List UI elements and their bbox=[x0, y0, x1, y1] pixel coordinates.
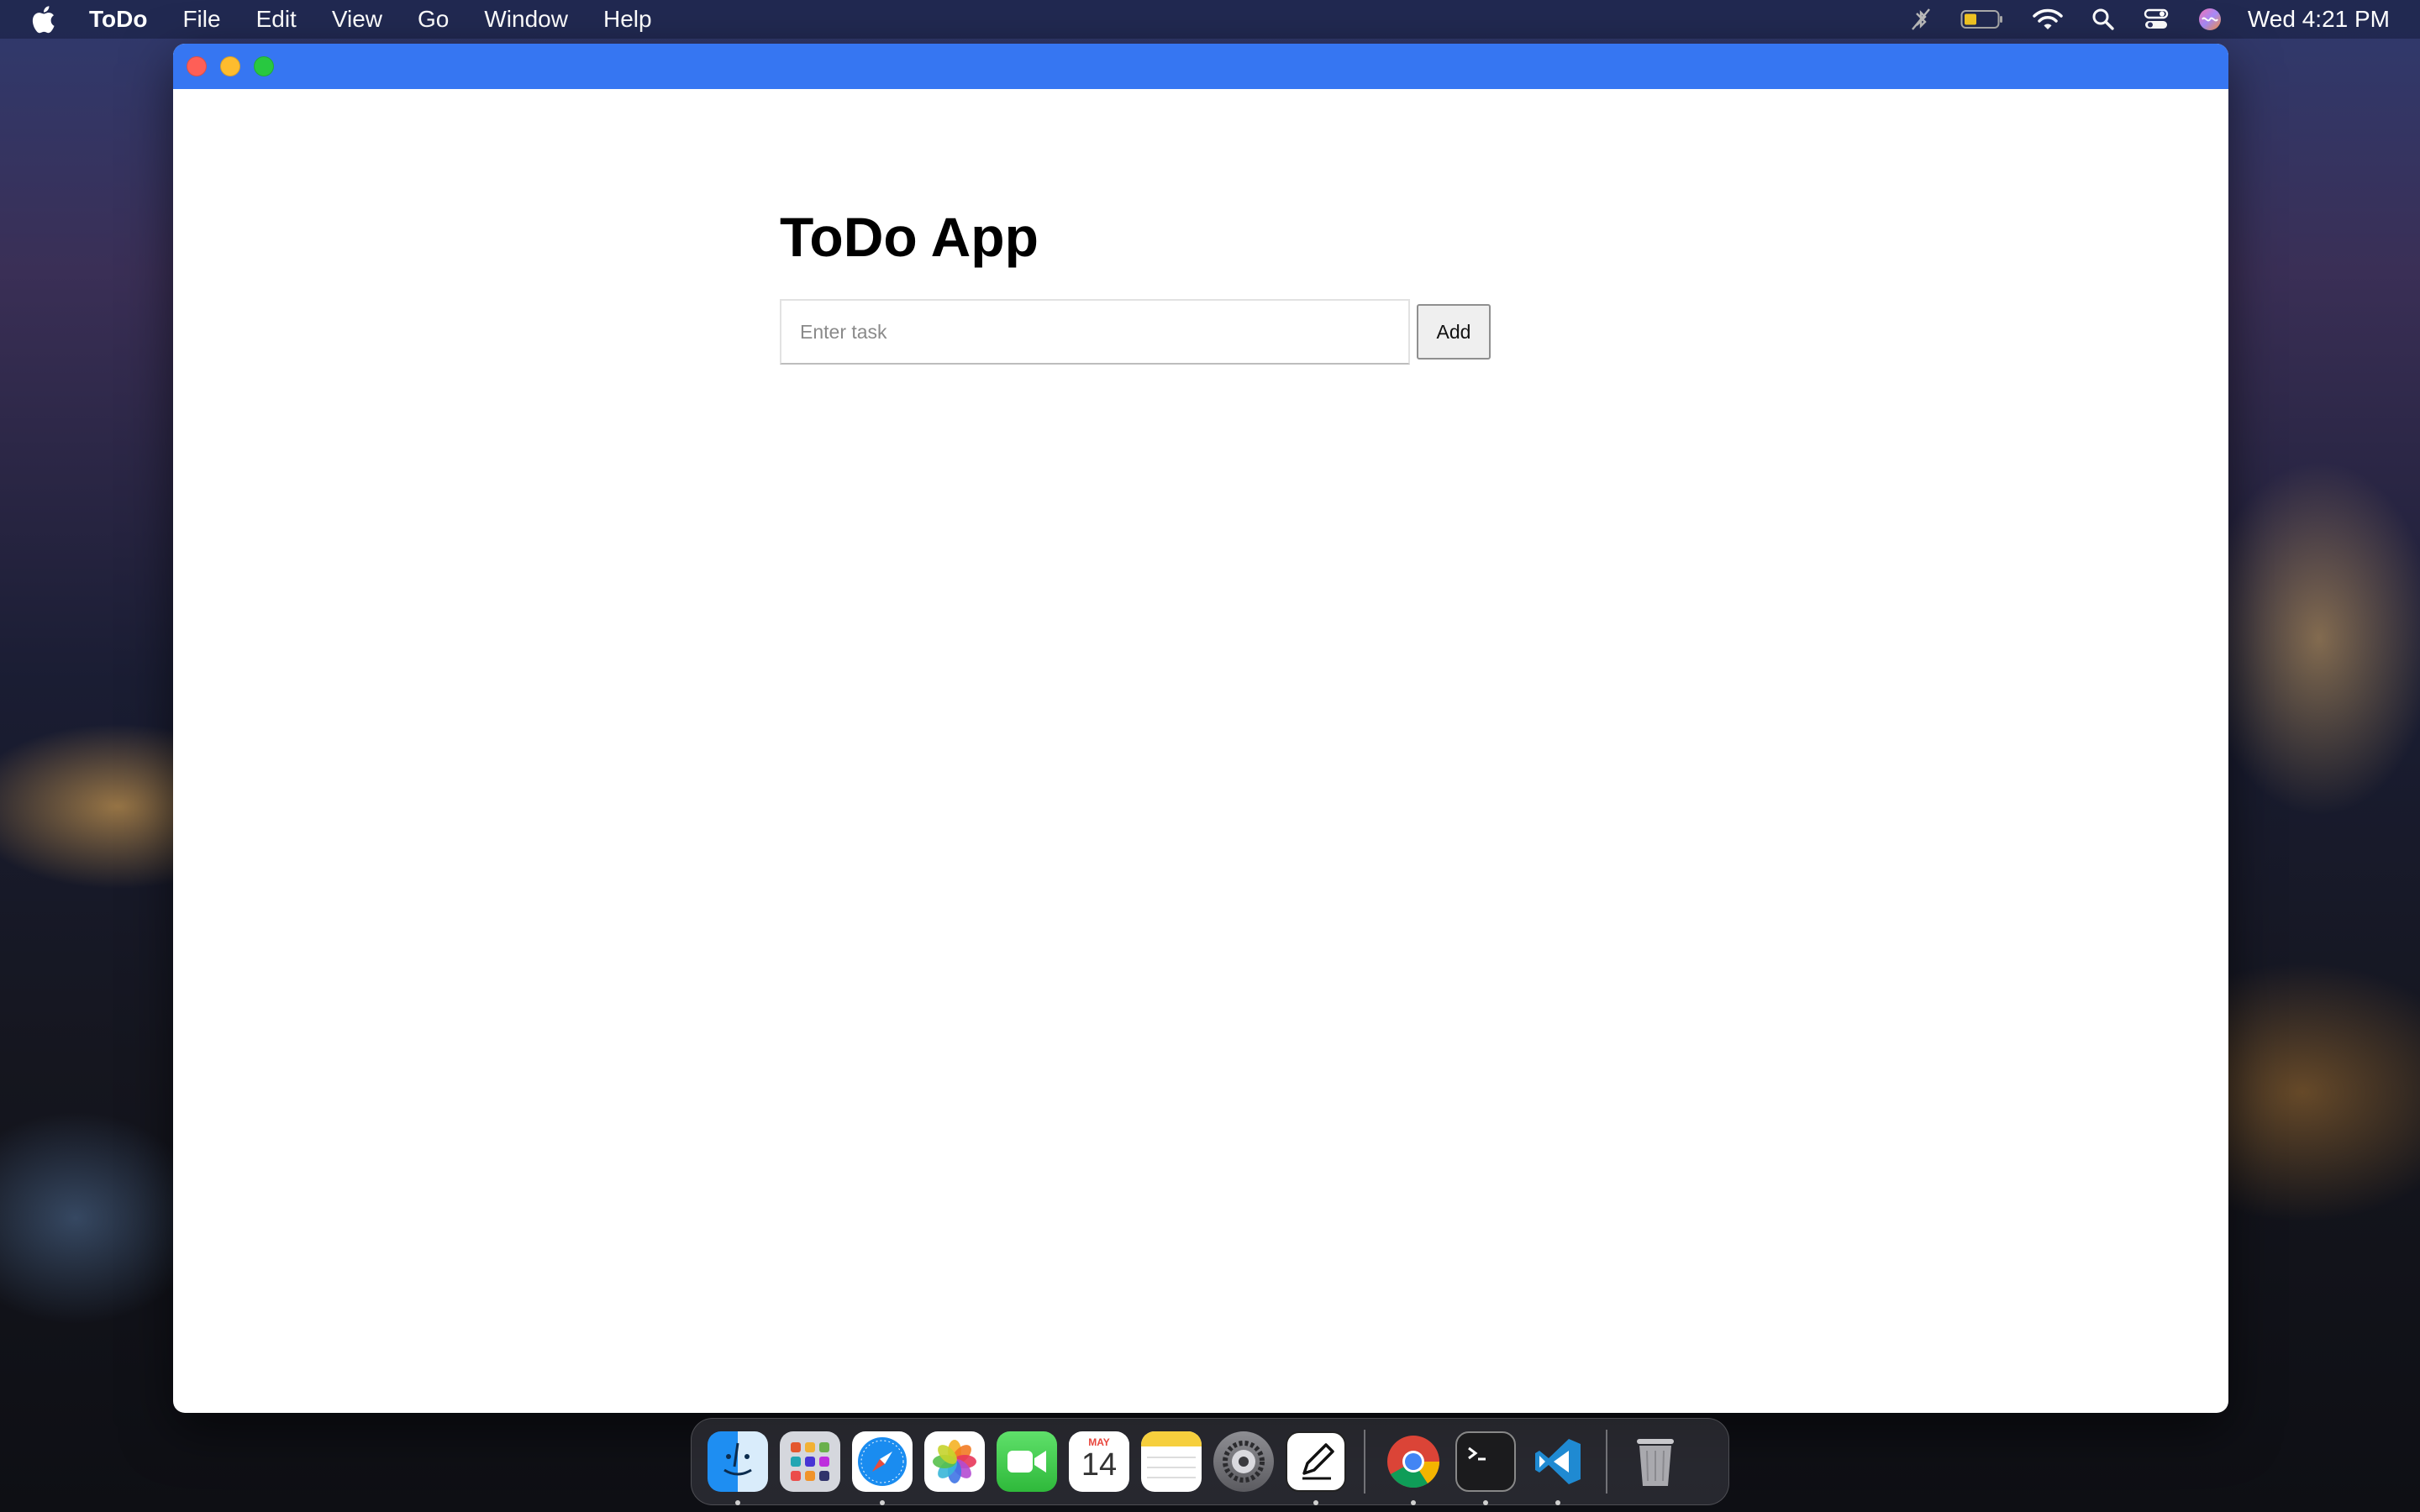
menu-bar-right: Wed 4:21 PM bbox=[1881, 0, 2420, 39]
window-content: ToDo App Add bbox=[173, 89, 2228, 1413]
notes-line bbox=[1147, 1467, 1196, 1468]
siri-icon[interactable] bbox=[2197, 7, 2223, 32]
spotlight-icon[interactable] bbox=[2091, 8, 2115, 31]
battery-icon[interactable] bbox=[1960, 8, 2004, 30]
safari-running-dot bbox=[880, 1500, 885, 1505]
menu-file[interactable]: File bbox=[182, 6, 220, 33]
menu-help[interactable]: Help bbox=[603, 6, 652, 33]
add-task-button[interactable]: Add bbox=[1417, 304, 1491, 360]
menu-bar: ToDo File Edit View Go Window Help Wed 4… bbox=[0, 0, 2420, 39]
todo-app-window: ToDo App Add bbox=[173, 44, 2228, 1413]
finder-icon[interactable] bbox=[708, 1431, 768, 1492]
wifi-icon[interactable] bbox=[2033, 8, 2063, 31]
launchpad-icon[interactable] bbox=[780, 1431, 840, 1492]
notes-line bbox=[1147, 1457, 1196, 1458]
task-input[interactable] bbox=[780, 299, 1410, 365]
menu-bar-left: ToDo File Edit View Go Window Help bbox=[0, 0, 687, 39]
chrome-icon[interactable] bbox=[1383, 1431, 1444, 1492]
menu-edit[interactable]: Edit bbox=[256, 6, 297, 33]
safari-icon[interactable] bbox=[852, 1431, 913, 1492]
control-center-icon[interactable] bbox=[2144, 8, 2169, 31]
dock-separator bbox=[1606, 1430, 1607, 1494]
textedit-running-dot bbox=[1313, 1500, 1318, 1505]
no-bluetooth-icon[interactable] bbox=[1910, 7, 1932, 32]
finder-running-dot bbox=[735, 1500, 740, 1505]
menu-clock[interactable]: Wed 4:21 PM bbox=[2248, 6, 2390, 33]
minimize-window-button[interactable] bbox=[220, 56, 240, 76]
terminal-icon[interactable] bbox=[1455, 1431, 1516, 1492]
zoom-window-button[interactable] bbox=[254, 56, 274, 76]
calendar-icon[interactable]: MAY 14 bbox=[1069, 1431, 1129, 1492]
menu-go[interactable]: Go bbox=[418, 6, 449, 33]
notes-line bbox=[1147, 1477, 1196, 1478]
trash-icon[interactable] bbox=[1625, 1431, 1686, 1492]
apple-menu-icon[interactable] bbox=[30, 5, 59, 34]
terminal-running-dot bbox=[1483, 1500, 1488, 1505]
textedit-icon[interactable] bbox=[1286, 1431, 1346, 1492]
window-titlebar[interactable] bbox=[173, 44, 2228, 89]
vscode-icon[interactable] bbox=[1528, 1431, 1588, 1492]
dock-separator bbox=[1364, 1430, 1365, 1494]
close-window-button[interactable] bbox=[187, 56, 207, 76]
photos-icon[interactable] bbox=[924, 1431, 985, 1492]
notes-header bbox=[1141, 1431, 1202, 1446]
page-title: ToDo App bbox=[780, 206, 1039, 268]
menu-view[interactable]: View bbox=[332, 6, 382, 33]
notes-icon[interactable] bbox=[1141, 1431, 1202, 1492]
facetime-icon[interactable] bbox=[997, 1431, 1057, 1492]
chrome-running-dot bbox=[1411, 1500, 1416, 1505]
menu-app-name[interactable]: ToDo bbox=[89, 6, 147, 33]
dock: MAY 14 bbox=[691, 1418, 1729, 1505]
vscode-running-dot bbox=[1555, 1500, 1560, 1505]
calendar-day: 14 bbox=[1081, 1447, 1118, 1483]
system-settings-icon[interactable] bbox=[1213, 1431, 1274, 1492]
calendar-month: MAY bbox=[1069, 1436, 1129, 1448]
menu-window[interactable]: Window bbox=[484, 6, 568, 33]
